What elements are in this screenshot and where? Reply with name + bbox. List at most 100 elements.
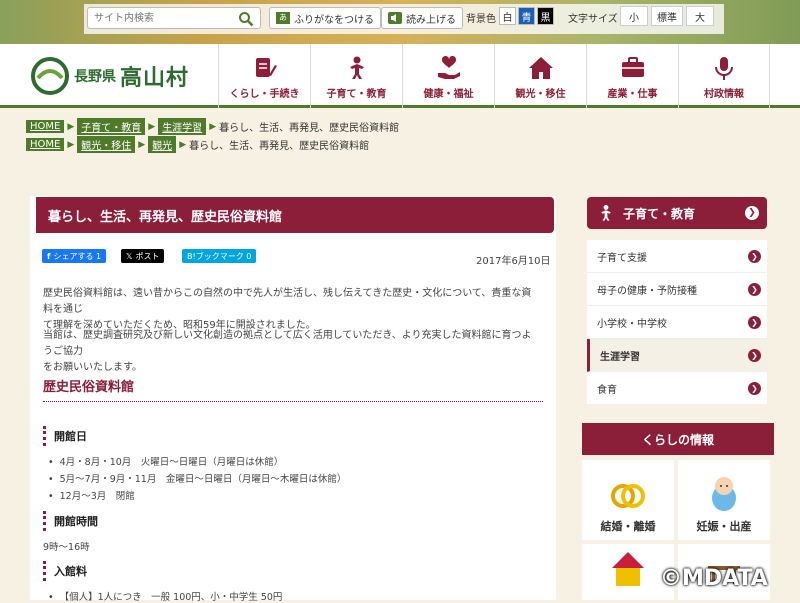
- read-aloud-button[interactable]: 読み上げる: [381, 7, 463, 29]
- breadcrumb-link[interactable]: 観光: [148, 136, 177, 153]
- nav-label: 産業・仕事: [607, 89, 658, 100]
- publish-date: 2017年6月10日: [476, 256, 551, 267]
- section-heading: 歴史民俗資料館: [43, 376, 543, 402]
- chevron-right-icon: ❯: [748, 250, 761, 263]
- logo-village: 高山村: [120, 66, 190, 91]
- microphone-icon: [715, 57, 733, 80]
- nav-industry[interactable]: 産業・仕事: [586, 44, 678, 108]
- breadcrumb-separator: ▶: [67, 139, 75, 150]
- fee-item: 【個人】1人につき 一般 100円、小・中学生 50円: [48, 589, 283, 603]
- search-icon[interactable]: [238, 11, 254, 27]
- x-post-label: ポスト: [135, 251, 160, 261]
- sidebar-item-label: 小学校・中学校: [597, 318, 667, 330]
- sidebar-item-childcare-support[interactable]: 子育て支援 ❯: [587, 240, 767, 273]
- site-logo[interactable]: 長野県 高山村: [30, 56, 189, 96]
- breadcrumb-row: HOME ▶ 子育て・教育 ▶ 生涯学習 ▶ 暮らし、生活、再発見、歴史民俗資料館: [26, 118, 399, 135]
- watermark: ©MDATA: [660, 566, 768, 591]
- breadcrumb-link[interactable]: 観光・移住: [77, 136, 136, 153]
- open-days-heading: 開館日: [43, 426, 87, 446]
- cooperation-line: 当館は、歴史調査研究及び新しい文化創造の拠点として広く活用していただき、より充実…: [43, 330, 532, 357]
- nav-childcare[interactable]: 子育て・教育: [310, 44, 402, 108]
- chevron-right-icon: ❯: [748, 349, 761, 362]
- breadcrumb-current: 暮らし、生活、再発見、歴史民俗資料館: [189, 141, 370, 152]
- open-days-item: 12月～3月 閉館: [48, 488, 135, 502]
- breadcrumb-link[interactable]: 子育て・教育: [77, 118, 146, 135]
- cooperation-paragraph: 当館は、歴史調査研究及び新しい文化創造の拠点として広く活用していただき、より充実…: [43, 328, 541, 376]
- logo-prefecture: 長野県: [74, 69, 116, 85]
- facebook-share-label: シェアする 1: [53, 251, 102, 261]
- house-icon: [528, 57, 553, 79]
- breadcrumb-link[interactable]: HOME: [26, 138, 65, 151]
- search-input[interactable]: [94, 8, 234, 28]
- site-header: 長野県 高山村 くらし・手続き 子育て・教育 健康・福祉 観光・移住 産業・仕事…: [0, 44, 800, 108]
- briefcase-icon: [621, 57, 644, 77]
- fee-heading: 入館料: [43, 561, 87, 581]
- nav-living[interactable]: くらし・手続き: [218, 44, 310, 108]
- chevron-right-icon: ❯: [748, 283, 761, 296]
- nav-label: 村政情報: [704, 89, 744, 100]
- bg-white-button[interactable]: 白: [499, 7, 516, 25]
- sidebar-item-label: 食育: [597, 384, 617, 396]
- sidebar-menu: 子育て支援 ❯ 母子の健康・予防接種 ❯ 小学校・中学校 ❯ 生涯学習 ❯ 食育 ❯: [587, 240, 767, 405]
- read-aloud-label: 読み上げる: [406, 14, 456, 26]
- rings-icon: [611, 484, 645, 508]
- bg-color-label: 背景色: [466, 14, 496, 25]
- chevron-right-icon: ❯: [748, 316, 761, 329]
- sidebar-item-food-education[interactable]: 食育 ❯: [587, 372, 767, 405]
- tile-label: 妊娠・出産: [696, 520, 752, 533]
- tile-label: 結婚・離婚: [600, 520, 656, 533]
- breadcrumb-separator: ▶: [67, 121, 75, 132]
- sidebar-heading[interactable]: 子育て・教育 ❯: [587, 197, 767, 229]
- breadcrumb-separator: ▶: [209, 121, 217, 132]
- furigana-label: ふりがなをつける: [294, 14, 374, 26]
- child-icon: [601, 205, 611, 221]
- facebook-icon: f: [47, 251, 51, 261]
- bg-black-button[interactable]: 黒: [537, 7, 554, 25]
- font-size-label: 文字サイズ: [568, 14, 618, 25]
- chevron-right-icon: ❯: [748, 382, 761, 395]
- font-small-button[interactable]: 小: [620, 6, 648, 26]
- nav-health[interactable]: 健康・福祉: [402, 44, 494, 108]
- nav-village-info[interactable]: 村政情報: [678, 44, 770, 108]
- furigana-button[interactable]: あ ふりがなをつける: [269, 7, 381, 29]
- breadcrumb-link[interactable]: HOME: [26, 120, 65, 133]
- life-info-heading: くらしの情報: [582, 423, 774, 455]
- breadcrumb-current: 暮らし、生活、再発見、歴史民俗資料館: [219, 123, 400, 134]
- intro-line: 歴史民俗資料館は、遠い昔からこの自然の中で先人が生活し、残し伝えてきた歴史・文化…: [43, 288, 532, 315]
- nav-label: 観光・移住: [515, 89, 566, 100]
- child-icon: [349, 56, 364, 79]
- bg-blue-button[interactable]: 青: [518, 7, 535, 25]
- speaker-icon: [388, 12, 402, 24]
- font-standard-button[interactable]: 標準: [651, 6, 683, 26]
- sidebar-item-maternal-health[interactable]: 母子の健康・予防接種 ❯: [587, 273, 767, 306]
- sidebar-item-label: 生涯学習: [600, 351, 640, 363]
- intro-paragraph: 歴史民俗資料館は、遠い昔からこの自然の中で先人が生活し、残し伝えてきた歴史・文化…: [43, 286, 541, 334]
- tile-pregnancy[interactable]: 妊娠・出産: [678, 460, 770, 540]
- hours-text: 9時～16時: [43, 542, 90, 553]
- red-house-icon: [612, 552, 644, 586]
- page-title: 暮らし、生活、再発見、歴史民俗資料館: [32, 197, 554, 233]
- breadcrumb-link[interactable]: 生涯学習: [158, 118, 207, 135]
- tile-marriage[interactable]: 結婚・離婚: [582, 460, 674, 540]
- sidebar-heading-label: 子育て・教育: [623, 206, 696, 221]
- baby-icon: [712, 477, 736, 511]
- site-search[interactable]: [87, 7, 261, 29]
- x-post-button[interactable]: 𝕏 ポスト: [121, 249, 165, 263]
- hours-heading: 開館時間: [43, 511, 98, 531]
- nav-label: 子育て・教育: [326, 89, 387, 100]
- x-icon: 𝕏: [126, 251, 133, 261]
- breadcrumb: HOME ▶ 子育て・教育 ▶ 生涯学習 ▶ 暮らし、生活、再発見、歴史民俗資料館 H…: [26, 118, 399, 154]
- furigana-icon: あ: [276, 12, 290, 24]
- font-large-button[interactable]: 大: [686, 6, 714, 26]
- sidebar-item-schools[interactable]: 小学校・中学校 ❯: [587, 306, 767, 339]
- sidebar-item-lifelong-learning[interactable]: 生涯学習 ❯: [587, 339, 767, 372]
- nav-label: くらし・手続き: [229, 89, 300, 100]
- nav-tourism[interactable]: 観光・移住: [494, 44, 586, 108]
- heart-hand-icon: [437, 55, 460, 79]
- hatena-bookmark-button[interactable]: B!ブックマーク 0: [182, 249, 257, 263]
- document-pen-icon: [255, 58, 277, 77]
- sidebar-item-label: 子育て支援: [597, 252, 647, 264]
- breadcrumb-separator: ▶: [148, 121, 156, 132]
- facebook-share-button[interactable]: f シェアする 1: [42, 249, 107, 263]
- breadcrumb-row: HOME ▶ 観光・移住 ▶ 観光 ▶ 暮らし、生活、再発見、歴史民俗資料館: [26, 136, 399, 153]
